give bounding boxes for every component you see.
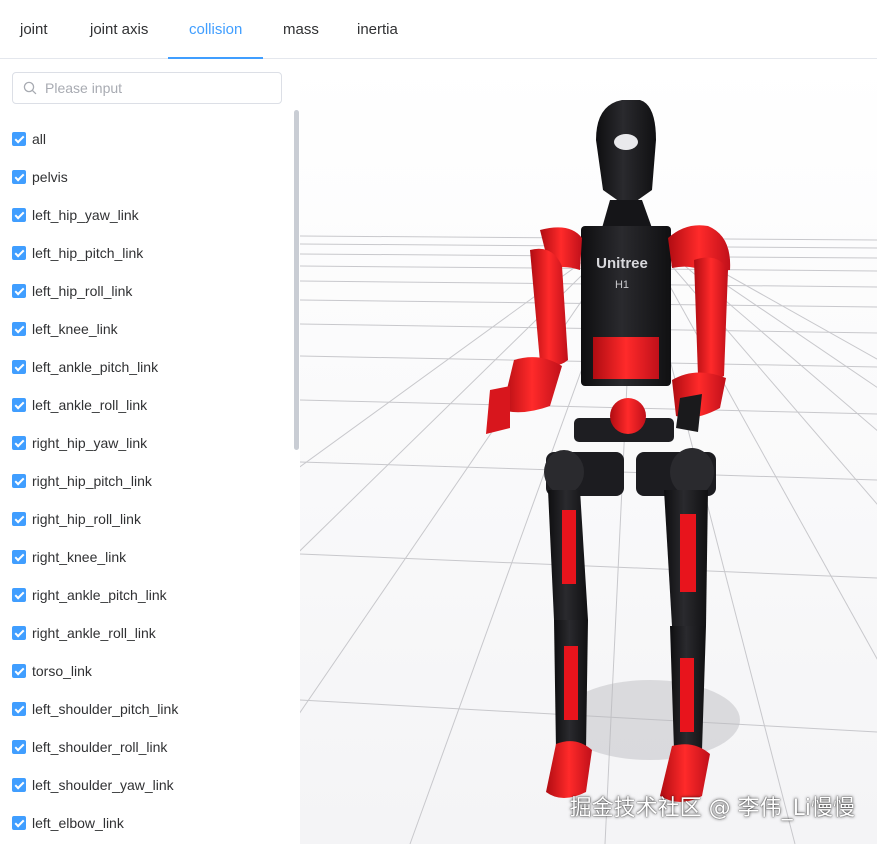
list-item-label: right_ankle_pitch_link <box>32 587 167 603</box>
list-item-label: pelvis <box>32 169 68 185</box>
list-item[interactable]: left_shoulder_roll_link <box>12 728 287 766</box>
robot-head <box>596 100 656 202</box>
list-item[interactable]: left_ankle_pitch_link <box>12 348 287 386</box>
list-item[interactable]: left_hip_pitch_link <box>12 234 287 272</box>
link-sidebar: all pelvis left_hip_yaw_link left_hip_pi… <box>0 60 300 844</box>
list-item-label: right_ankle_roll_link <box>32 625 156 641</box>
list-item[interactable]: left_elbow_link <box>12 804 287 842</box>
list-item[interactable]: pelvis <box>12 158 287 196</box>
list-item[interactable]: right_hip_pitch_link <box>12 462 287 500</box>
checkbox-checked[interactable] <box>12 132 26 146</box>
sidebar-scrollbar[interactable] <box>294 110 299 450</box>
checkbox-checked[interactable] <box>12 550 26 564</box>
search-icon <box>23 81 37 95</box>
list-item[interactable]: left_ankle_roll_link <box>12 386 287 424</box>
active-tab-indicator <box>168 57 263 59</box>
tab-mass[interactable]: mass <box>283 0 319 59</box>
search-input[interactable] <box>45 73 275 103</box>
checkbox-checked[interactable] <box>12 816 26 830</box>
list-item-label: left_hip_roll_link <box>32 283 133 299</box>
list-item-label: right_hip_roll_link <box>32 511 141 527</box>
list-item[interactable]: right_ankle_roll_link <box>12 614 287 652</box>
list-item[interactable]: left_shoulder_yaw_link <box>12 766 287 804</box>
list-item-label: all <box>32 131 47 147</box>
robot-brand-label: Unitree <box>596 255 648 272</box>
left-shin-collision <box>564 646 578 720</box>
checkbox-checked[interactable] <box>12 246 26 260</box>
list-item-label: right_knee_link <box>32 549 127 565</box>
list-item-label: left_ankle_roll_link <box>32 397 148 413</box>
torso-collision-box <box>593 337 659 379</box>
list-item[interactable]: left_hip_roll_link <box>12 272 287 310</box>
checkbox-checked[interactable] <box>12 322 26 336</box>
checkbox-checked[interactable] <box>12 474 26 488</box>
checkbox-checked[interactable] <box>12 740 26 754</box>
checkbox-checked[interactable] <box>12 208 26 222</box>
scene-canvas: Unitree H1 <box>300 60 877 844</box>
pelvis-collision-sphere <box>610 398 646 434</box>
list-item[interactable]: left_hip_yaw_link <box>12 196 287 234</box>
list-item-label: left_hip_pitch_link <box>32 245 144 261</box>
checkbox-checked[interactable] <box>12 588 26 602</box>
list-item-label: left_knee_link <box>32 321 118 337</box>
tab-bar: joint joint axis collision mass inertia <box>0 0 877 59</box>
list-item[interactable]: left_shoulder_pitch_link <box>12 690 287 728</box>
list-item-label: left_ankle_pitch_link <box>32 359 159 375</box>
checkbox-checked[interactable] <box>12 702 26 716</box>
list-item-label: left_elbow_link <box>32 815 124 831</box>
list-item-label: left_shoulder_roll_link <box>32 739 168 755</box>
list-item-label: torso_link <box>32 663 92 679</box>
tab-collision[interactable]: collision <box>189 0 242 59</box>
checkbox-checked[interactable] <box>12 778 26 792</box>
right-thigh-collision <box>680 514 696 592</box>
left-thigh-collision <box>562 510 576 584</box>
right-shin-collision <box>680 658 694 732</box>
list-item-label: left_shoulder_pitch_link <box>32 701 179 717</box>
list-item[interactable]: left_knee_link <box>12 310 287 348</box>
tab-inertia[interactable]: inertia <box>357 0 398 59</box>
tab-joint-axis[interactable]: joint axis <box>90 0 148 59</box>
list-item[interactable]: right_knee_link <box>12 538 287 576</box>
list-item[interactable]: right_hip_roll_link <box>12 500 287 538</box>
checkbox-checked[interactable] <box>12 626 26 640</box>
checkbox-checked[interactable] <box>12 284 26 298</box>
checkbox-checked[interactable] <box>12 398 26 412</box>
checkbox-checked[interactable] <box>12 664 26 678</box>
list-item-label: right_hip_pitch_link <box>32 473 152 489</box>
list-item-label: left_hip_yaw_link <box>32 207 139 223</box>
list-item-label: left_shoulder_yaw_link <box>32 777 174 793</box>
list-item-label: right_hip_yaw_link <box>32 435 148 451</box>
robot-head-camera <box>614 134 638 150</box>
tab-joint[interactable]: joint <box>20 0 48 59</box>
checkbox-checked[interactable] <box>12 512 26 526</box>
list-item[interactable]: right_ankle_pitch_link <box>12 576 287 614</box>
checkbox-checked[interactable] <box>12 436 26 450</box>
checkbox-checked[interactable] <box>12 360 26 374</box>
robot-3d-viewport[interactable]: Unitree H1 掘金技术社区 @ 李伟_Li慢慢 <box>300 60 877 844</box>
search-box <box>12 72 282 104</box>
robot-model-label: H1 <box>615 279 629 291</box>
watermark: 掘金技术社区 @ 李伟_Li慢慢 <box>569 796 855 821</box>
list-item[interactable]: torso_link <box>12 652 287 690</box>
list-item[interactable]: right_hip_yaw_link <box>12 424 287 462</box>
checkbox-checked[interactable] <box>12 170 26 184</box>
list-item-all[interactable]: all <box>12 120 287 158</box>
